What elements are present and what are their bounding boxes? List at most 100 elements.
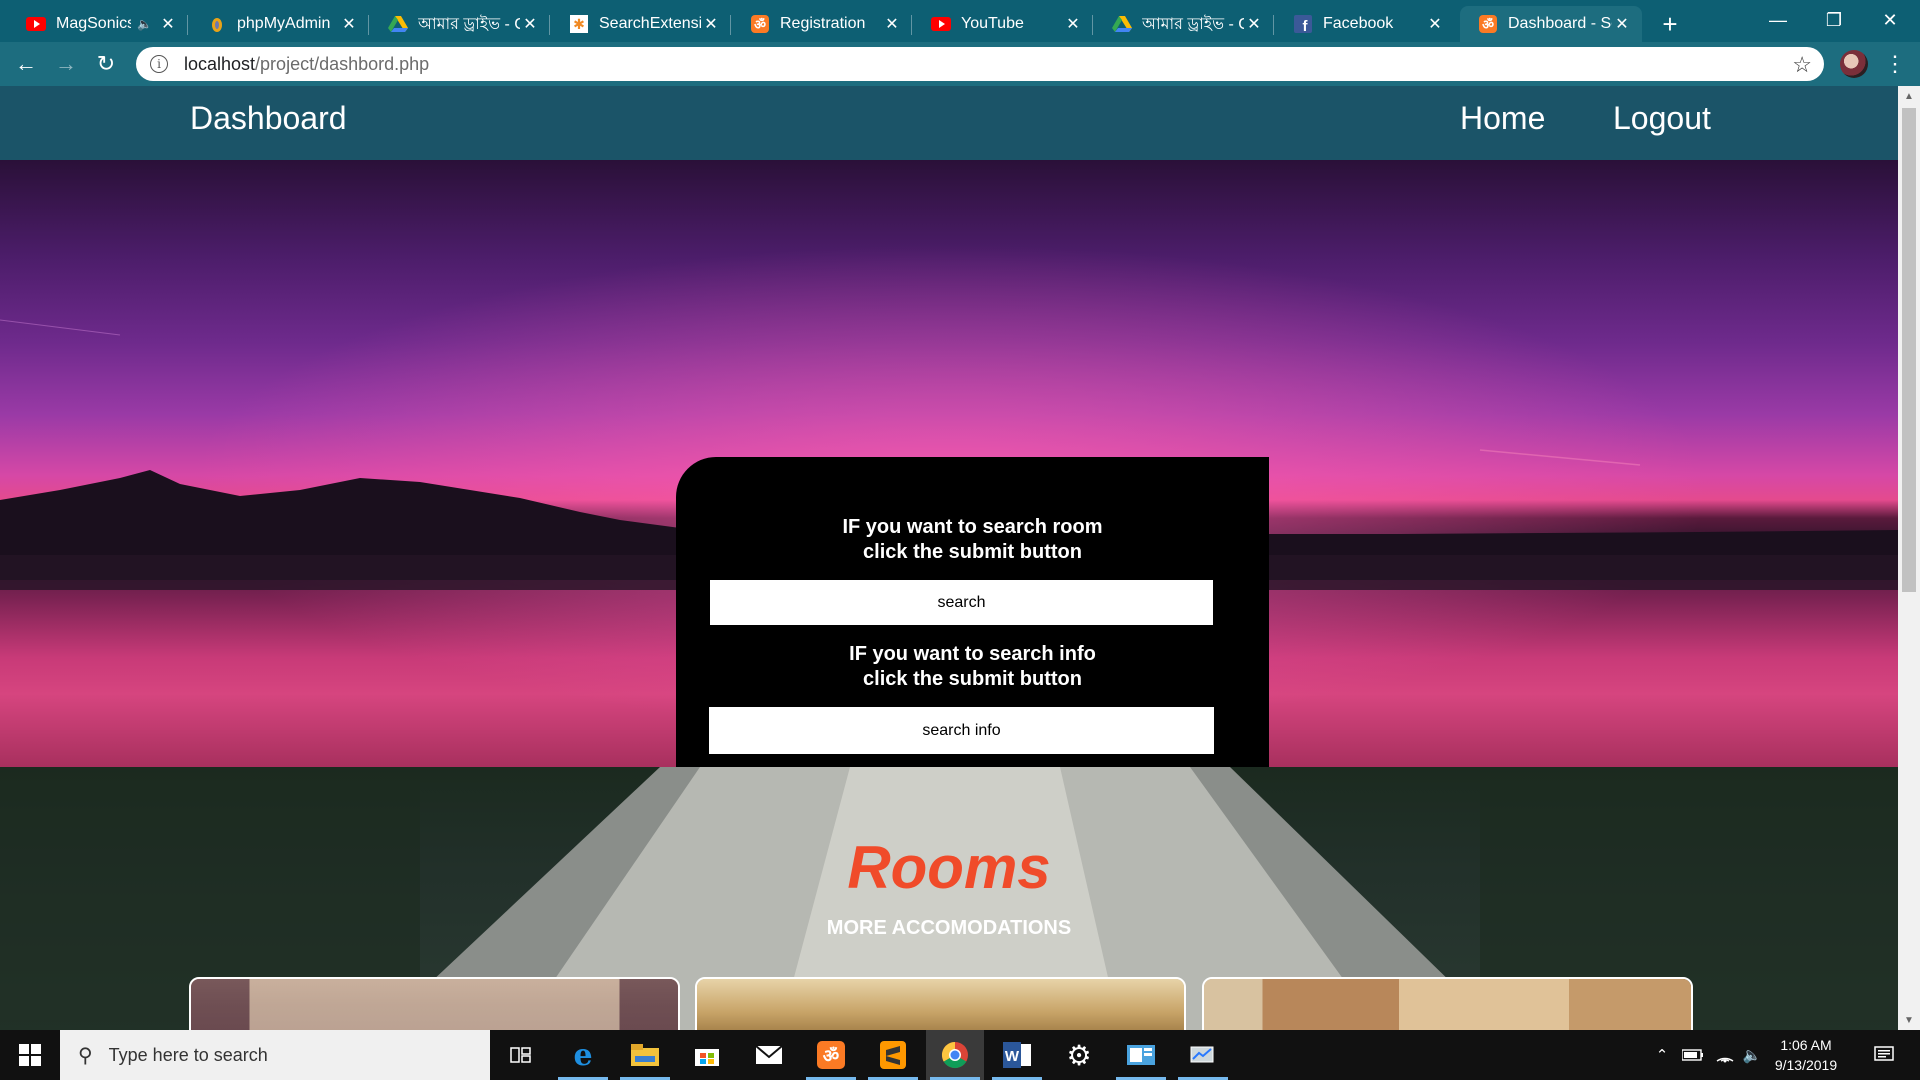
edge-icon[interactable]: e (554, 1030, 612, 1080)
profile-avatar[interactable] (1840, 50, 1868, 78)
google-drive-icon (388, 14, 408, 34)
room-card-3[interactable] (1202, 977, 1693, 1030)
tab-close-button[interactable]: ✕ (158, 14, 178, 34)
tab-label: আমার ড্রাইভ - G (1142, 15, 1244, 33)
logout-link[interactable]: Logout (1613, 100, 1711, 137)
file-explorer-icon[interactable] (616, 1030, 674, 1080)
word-icon[interactable]: W (988, 1030, 1046, 1080)
tab-close-button[interactable]: ✕ (1425, 14, 1445, 34)
tab-magsonics[interactable]: MagSonics 🔈 ✕ (8, 6, 188, 42)
chrome-icon[interactable] (926, 1030, 984, 1080)
tab-google-drive-1[interactable]: আমার ড্রাইভ - G ✕ (370, 6, 550, 42)
clock-time: 1:06 AM (1780, 1037, 1832, 1053)
wifi-icon[interactable] (1710, 1030, 1740, 1080)
reload-icon: ↻ (96, 51, 116, 76)
svg-text:ॐ: ॐ (823, 1046, 839, 1066)
taskbar-search-placeholder: Type here to search (108, 1044, 268, 1065)
search-info-prompt-line1: IF you want to search info (849, 643, 1096, 665)
store-icon[interactable] (678, 1030, 736, 1080)
search-info-prompt: IF you want to search info click the sub… (676, 642, 1269, 692)
info-icon[interactable]: i (150, 55, 168, 73)
tab-separator (187, 15, 188, 35)
start-button[interactable] (0, 1030, 60, 1080)
tab-separator (1092, 15, 1093, 35)
scroll-down-arrow-icon[interactable]: ▼ (1898, 1010, 1920, 1030)
tab-separator (911, 15, 912, 35)
youtube-icon (931, 14, 951, 34)
search-room-button[interactable]: search (710, 580, 1213, 625)
taskbar-search-box[interactable]: ⚲ Type here to search (60, 1030, 490, 1080)
speaker-icon: 🔈 (137, 17, 152, 31)
browser-menu-button[interactable]: ⋮ (1884, 50, 1906, 78)
network-icon[interactable] (1174, 1030, 1232, 1080)
tab-google-drive-2[interactable]: আমার ড্রাইভ - G ✕ (1094, 6, 1274, 42)
restore-button[interactable]: ❐ (1806, 0, 1862, 40)
minimize-button[interactable]: — (1750, 0, 1806, 40)
address-bar[interactable]: i localhost/project/dashbord.php ☆ (136, 47, 1824, 81)
sublime-text-icon[interactable] (864, 1030, 922, 1080)
xampp-icon[interactable]: ॐ (802, 1030, 860, 1080)
google-drive-icon (1112, 14, 1132, 34)
home-link[interactable]: Home (1460, 100, 1545, 137)
url-path: /project/dashbord.php (255, 53, 430, 74)
back-button[interactable]: ← (10, 48, 42, 80)
phpmyadmin-icon (207, 14, 227, 34)
tab-dashboard[interactable]: ॐ Dashboard - Sc ✕ (1460, 6, 1642, 42)
tab-close-button[interactable]: ✕ (1612, 14, 1632, 34)
room-card-1[interactable] (189, 977, 680, 1030)
room-card-image (1204, 979, 1691, 1030)
tab-close-button[interactable]: ✕ (701, 14, 721, 34)
chevron-up-icon: ⌃ (1655, 1047, 1669, 1064)
forward-button[interactable]: → (50, 48, 82, 80)
tab-phpmyadmin[interactable]: phpMyAdmin ✕ (189, 6, 369, 42)
room-card-2[interactable] (695, 977, 1186, 1030)
search-icon: ⚲ (78, 1044, 93, 1067)
scrollbar-thumb[interactable] (1902, 108, 1916, 592)
tab-close-button[interactable]: ✕ (1244, 14, 1264, 34)
site-navbar: Dashboard Home Logout (0, 86, 1898, 160)
tab-label: SearchExtension (599, 15, 701, 32)
dashboard-brand-link[interactable]: Dashboard (190, 100, 347, 137)
arrow-left-icon: ← (15, 51, 37, 76)
tab-registration[interactable]: ॐ Registration ✕ (732, 6, 912, 42)
tab-close-button[interactable]: ✕ (520, 14, 540, 34)
tab-close-button[interactable]: ✕ (339, 14, 359, 34)
rooms-title: Rooms (847, 834, 1051, 901)
tab-separator (730, 15, 731, 35)
tab-youtube[interactable]: YouTube ✕ (913, 6, 1093, 42)
tab-close-button[interactable]: ✕ (1063, 14, 1083, 34)
close-window-button[interactable]: ✕ (1862, 0, 1918, 40)
battery-icon[interactable] (1678, 1030, 1708, 1080)
show-hidden-icons-button[interactable]: ⌃ (1650, 1030, 1674, 1080)
tab-separator (368, 15, 369, 35)
system-clock[interactable]: 1:06 AM 9/13/2019 (1760, 1035, 1852, 1075)
control-panel-icon[interactable] (1112, 1030, 1170, 1080)
windows-taskbar: ⚲ Type here to search e ॐ W ⚙ ⌃ 🔈 1:06 A… (0, 1030, 1920, 1080)
search-info-prompt-line2: click the submit button (863, 668, 1082, 690)
hero-section: IF you want to search room click the sub… (0, 160, 1898, 767)
mail-icon[interactable] (740, 1030, 798, 1080)
search-info-button[interactable]: search info (709, 707, 1214, 754)
clock-date: 9/13/2019 (1774, 1057, 1838, 1073)
tab-searchextension[interactable]: ✱ SearchExtension ✕ (551, 6, 731, 42)
settings-icon[interactable]: ⚙ (1050, 1030, 1108, 1080)
windows-logo-icon (19, 1044, 41, 1066)
tab-label: আমার ড্রাইভ - G (418, 15, 520, 33)
action-center-button[interactable] (1862, 1030, 1906, 1080)
tab-facebook[interactable]: f Facebook ✕ (1275, 6, 1455, 42)
reload-button[interactable]: ↻ (90, 48, 122, 80)
page-scrollbar[interactable]: ▲ ▼ (1898, 86, 1920, 1030)
browser-tab-strip: MagSonics 🔈 ✕ phpMyAdmin ✕ আমার ড্রাইভ -… (0, 0, 1920, 42)
bookmark-star-icon[interactable]: ☆ (1792, 52, 1812, 78)
xampp-icon: ॐ (1478, 14, 1498, 34)
search-room-prompt-line2: click the submit button (863, 541, 1082, 563)
new-tab-button[interactable]: + (1652, 6, 1688, 42)
tab-label: MagSonics (56, 15, 132, 32)
arrow-right-icon: → (55, 51, 77, 76)
browser-toolbar: ← → ↻ i localhost/project/dashbord.php ☆… (0, 42, 1920, 86)
task-view-icon[interactable] (492, 1030, 550, 1080)
tab-close-button[interactable]: ✕ (882, 14, 902, 34)
tab-separator (1273, 15, 1274, 35)
scroll-up-arrow-icon[interactable]: ▲ (1898, 86, 1920, 106)
tab-separator (549, 15, 550, 35)
